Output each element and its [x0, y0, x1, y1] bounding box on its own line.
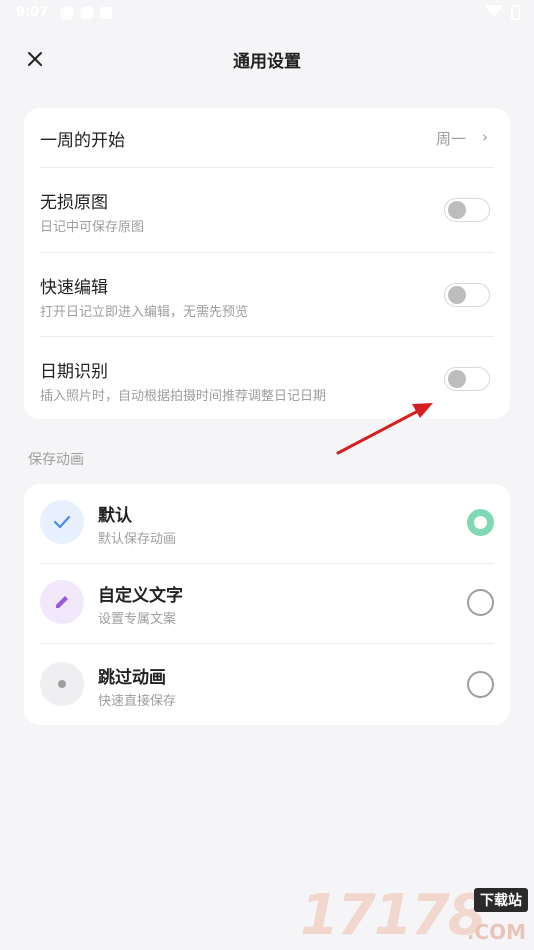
watermark-tag: 下载站	[474, 888, 528, 912]
settings-card: 一周的开始 周一 › 无损原图 日记中可保存原图 快速编辑 打开日记立即进入编辑…	[24, 108, 510, 419]
option-title: 默认	[98, 506, 132, 526]
option-title: 跳过动画	[98, 668, 166, 688]
setting-date-recognition: 日期识别 插入照片时，自动根据拍摄时间推荐调整日记日期	[24, 337, 510, 419]
watermark-suffix: .COM	[466, 920, 526, 944]
setting-title: 一周的开始	[40, 131, 125, 151]
lossless-image-toggle[interactable]	[444, 198, 490, 222]
watermark-number: 17178	[300, 883, 487, 948]
setting-lossless-image: 无损原图 日记中可保存原图	[24, 168, 510, 253]
setting-value: 周一	[435, 130, 466, 148]
app-notification-icon	[100, 7, 112, 19]
status-bar: 9:07	[0, 0, 534, 28]
radio-default[interactable]	[467, 509, 494, 536]
sync-icon	[80, 6, 94, 20]
animation-option-custom-text[interactable]: 自定义文字 设置专属文案	[24, 564, 510, 644]
check-icon	[40, 500, 84, 544]
dot-icon	[40, 662, 84, 706]
notification-icon	[60, 6, 74, 20]
save-animation-card: 默认 默认保存动画 自定义文字 设置专属文案 跳过动画 快速直接保存	[24, 484, 510, 725]
setting-subtitle: 日记中可保存原图	[40, 220, 145, 235]
header: 通用设置	[0, 36, 534, 80]
battery-icon	[511, 5, 520, 20]
option-subtitle: 快速直接保存	[98, 694, 177, 709]
radio-skip[interactable]	[467, 671, 494, 698]
animation-option-default[interactable]: 默认 默认保存动画	[24, 484, 510, 564]
setting-title: 快速编辑	[40, 278, 108, 298]
option-title: 自定义文字	[98, 586, 183, 606]
option-subtitle: 设置专属文案	[98, 612, 177, 627]
setting-subtitle: 插入照片时，自动根据拍摄时间推荐调整日记日期	[40, 389, 327, 404]
pencil-icon	[40, 580, 84, 624]
option-subtitle: 默认保存动画	[98, 532, 177, 547]
status-time: 9:07	[16, 5, 49, 20]
watermark-logo: 17178 下载站 .COM	[300, 883, 530, 950]
quick-edit-toggle[interactable]	[444, 283, 490, 307]
setting-subtitle: 打开日记立即进入编辑，无需先预览	[40, 305, 249, 320]
radio-custom-text[interactable]	[467, 589, 494, 616]
setting-week-start[interactable]: 一周的开始 周一 ›	[24, 108, 510, 168]
section-label-save-animation: 保存动画	[28, 452, 84, 468]
wifi-icon	[485, 5, 503, 18]
date-recognition-toggle[interactable]	[444, 367, 490, 391]
animation-option-skip[interactable]: 跳过动画 快速直接保存	[24, 646, 510, 726]
page-title: 通用设置	[233, 52, 301, 72]
setting-title: 日期识别	[40, 362, 108, 382]
setting-quick-edit: 快速编辑 打开日记立即进入编辑，无需先预览	[24, 253, 510, 337]
setting-title: 无损原图	[40, 193, 108, 213]
chevron-right-icon: ›	[482, 128, 488, 146]
